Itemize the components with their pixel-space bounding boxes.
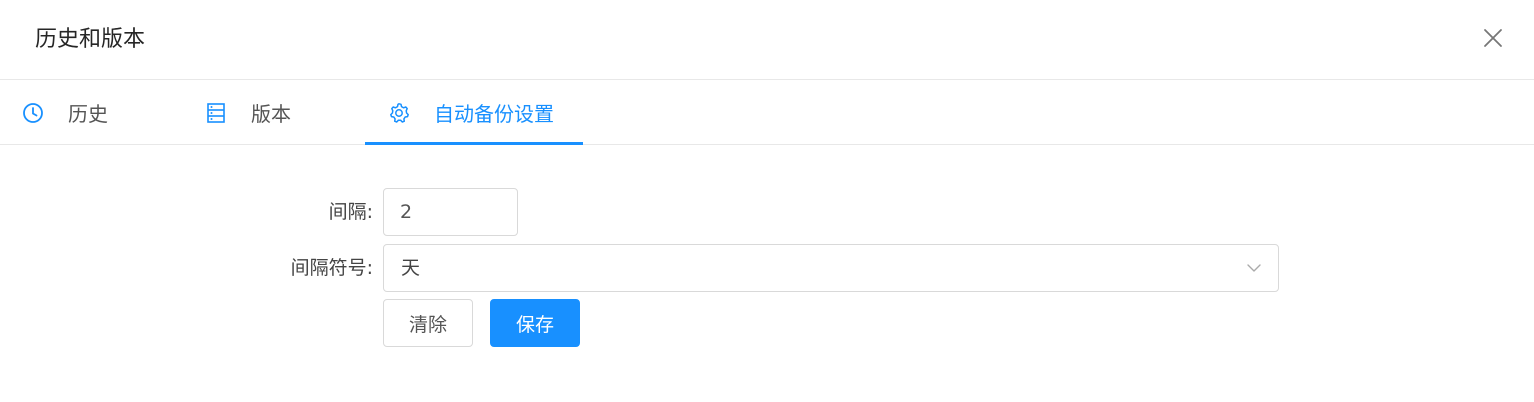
tab-auto-backup-settings-label: 自动备份设置 bbox=[434, 102, 554, 126]
tab-bar: 历史 版本 自动备份设置 bbox=[0, 80, 1534, 145]
dialog-title: 历史和版本 bbox=[35, 27, 146, 52]
server-stack-icon bbox=[205, 102, 227, 124]
save-button[interactable]: 保存 bbox=[490, 299, 580, 347]
interval-unit-select[interactable]: 天 bbox=[383, 244, 1279, 292]
dialog-header: 历史和版本 bbox=[0, 0, 1534, 80]
interval-label: 间隔: bbox=[328, 201, 373, 223]
clear-button[interactable]: 清除 bbox=[383, 299, 473, 347]
gear-icon bbox=[388, 102, 410, 124]
backup-dialog: 历史和版本 历史 版本 自动备份设置 间隔: 2 间隔符号: 天 清除 保存 bbox=[0, 0, 1534, 402]
tab-history[interactable]: 历史 bbox=[22, 80, 108, 145]
active-tab-indicator bbox=[365, 142, 583, 145]
tab-versions-label: 版本 bbox=[251, 102, 291, 126]
close-icon bbox=[1483, 28, 1503, 52]
interval-unit-value: 天 bbox=[401, 257, 421, 279]
tab-versions[interactable]: 版本 bbox=[205, 80, 291, 145]
close-button[interactable] bbox=[1478, 25, 1508, 55]
clock-icon bbox=[22, 102, 44, 124]
tab-auto-backup-settings[interactable]: 自动备份设置 bbox=[388, 80, 554, 145]
interval-input[interactable] bbox=[383, 188, 518, 236]
tab-history-label: 历史 bbox=[68, 102, 108, 126]
chevron-down-icon bbox=[1246, 260, 1262, 276]
interval-unit-label: 间隔符号: bbox=[290, 257, 373, 279]
